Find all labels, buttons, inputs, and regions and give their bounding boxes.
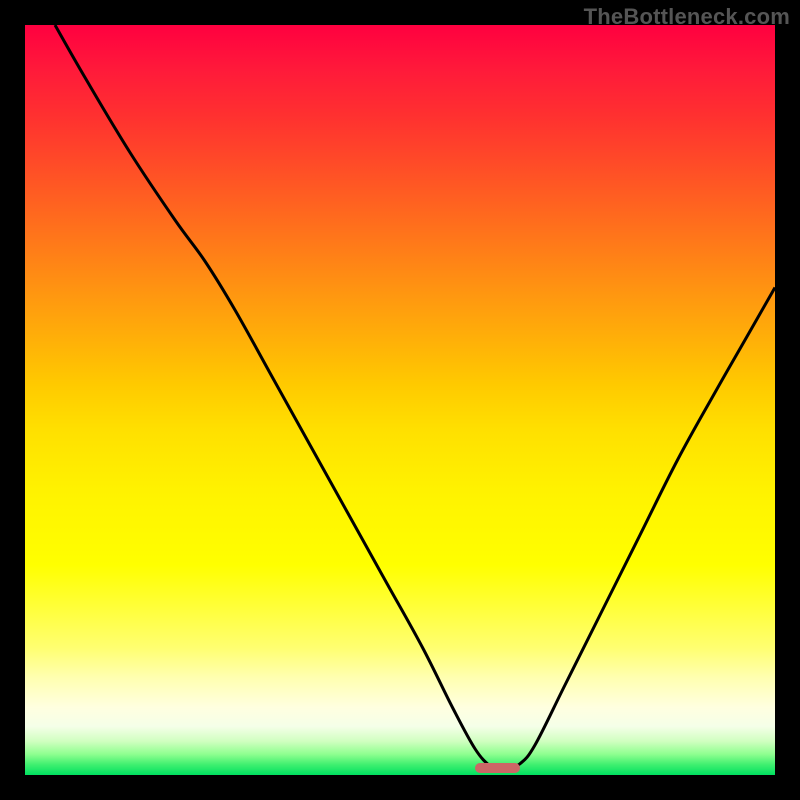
curve-layer (25, 25, 775, 775)
optimum-marker (475, 763, 520, 773)
plot-area (25, 25, 775, 775)
chart-frame: TheBottleneck.com (0, 0, 800, 800)
plot-inner (25, 25, 775, 775)
watermark-text: TheBottleneck.com (584, 4, 790, 30)
left-curve (55, 25, 498, 768)
right-curve (509, 288, 775, 768)
